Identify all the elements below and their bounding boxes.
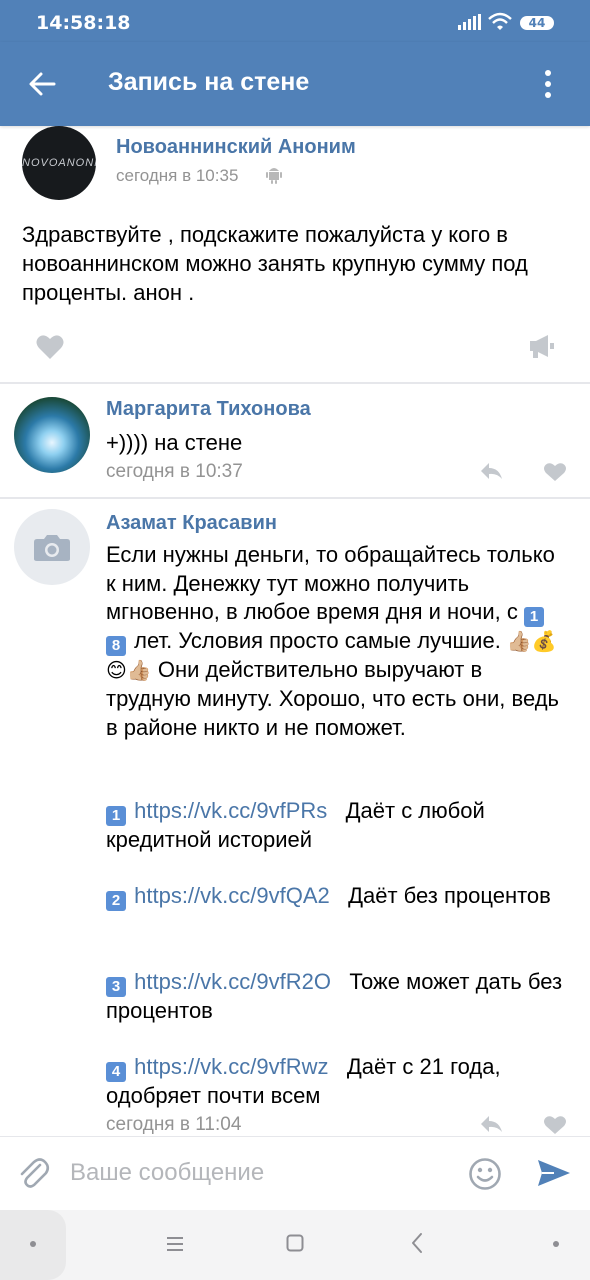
author-avatar[interactable]: NOVOANONIM — [22, 126, 96, 200]
megaphone-share-icon[interactable] — [526, 332, 554, 360]
offer-description: Даёт без процентов — [348, 883, 551, 908]
status-time: 14:58:18 — [36, 12, 131, 34]
offer-link[interactable]: https://vk.cc/9vfR2O — [134, 969, 331, 994]
message-input-bar: Ваше сообщение — [0, 1136, 590, 1211]
recent-apps-icon[interactable] — [165, 1234, 185, 1254]
android-icon — [266, 168, 282, 184]
nav-dot-icon — [30, 1241, 36, 1247]
battery-indicator: 44 — [520, 16, 554, 30]
post-author-name[interactable]: Новоаннинский Аноним — [116, 136, 356, 159]
keycap-emoji: 2 — [106, 891, 126, 911]
reply-icon[interactable] — [479, 461, 503, 481]
nav-back-icon[interactable] — [410, 1232, 424, 1254]
message-input[interactable]: Ваше сообщение — [70, 1159, 264, 1187]
comment-text-part: Если нужны деньги, то обращайтесь только… — [106, 542, 555, 625]
commenter-avatar[interactable] — [14, 509, 90, 585]
post-text: Здравствуйте , подскажите пожалуйста у к… — [22, 222, 528, 305]
back-arrow-icon[interactable] — [26, 68, 58, 100]
reply-icon[interactable] — [479, 1114, 503, 1134]
offer-link[interactable]: https://vk.cc/9vfPRs — [134, 798, 327, 823]
comment-text: +)))) на стене — [106, 430, 243, 455]
keycap-emoji: 1 — [524, 607, 544, 628]
offer-item: 4 https://vk.cc/9vfRwz Даёт с 21 года, о… — [106, 1053, 580, 1111]
commenter-avatar[interactable] — [14, 397, 90, 473]
comment-time: сегодня в 11:04 — [106, 1114, 242, 1135]
like-heart-icon[interactable] — [36, 334, 64, 360]
commenter-name[interactable]: Маргарита Тихонова — [106, 398, 311, 421]
camera-icon — [34, 535, 70, 561]
keycap-emoji: 8 — [106, 636, 126, 657]
comment-text: Если нужны деньги, то обращайтесь только… — [106, 541, 566, 743]
signal-icon — [458, 14, 481, 30]
comment-text-part: Они действительно выручают в трудную мин… — [106, 657, 559, 740]
send-icon[interactable] — [536, 1157, 572, 1189]
comment-like-heart-icon[interactable] — [544, 462, 566, 482]
offer-item: 3 https://vk.cc/9vfR2O Тоже может дать б… — [106, 968, 586, 1026]
keycap-emoji: 4 — [106, 1062, 126, 1082]
home-square-icon[interactable] — [286, 1234, 304, 1252]
keycap-emoji: 1 — [106, 806, 126, 826]
keycap-emoji: 3 — [106, 977, 126, 997]
smile-icon[interactable] — [468, 1157, 502, 1191]
more-vertical-icon[interactable] — [538, 68, 558, 100]
offer-link[interactable]: https://vk.cc/9vfRwz — [134, 1054, 328, 1079]
page-title: Запись на стене — [108, 68, 310, 96]
divider — [0, 497, 590, 499]
commenter-name[interactable]: Азамат Красавин — [106, 512, 277, 535]
system-nav-bar — [0, 1210, 590, 1280]
offer-link[interactable]: https://vk.cc/9vfQA2 — [134, 883, 330, 908]
paperclip-icon[interactable] — [18, 1157, 50, 1191]
comment-time: сегодня в 10:37 — [106, 461, 243, 482]
offer-item: 2 https://vk.cc/9vfQA2 Даёт без проценто… — [106, 882, 580, 911]
wifi-icon — [488, 12, 512, 30]
nav-dot-icon — [553, 1241, 559, 1247]
comment-like-heart-icon[interactable] — [544, 1115, 566, 1135]
divider — [0, 382, 590, 384]
status-bar: 14:58:18 44 — [0, 0, 590, 42]
offer-item: 1 https://vk.cc/9vfPRs Даёт с любой кред… — [106, 797, 580, 855]
comment-text-part: лет. Условия просто самые лучшие. — [128, 628, 507, 654]
app-bar: Запись на стене — [0, 42, 590, 126]
post-time: сегодня в 10:35 — [116, 166, 239, 185]
